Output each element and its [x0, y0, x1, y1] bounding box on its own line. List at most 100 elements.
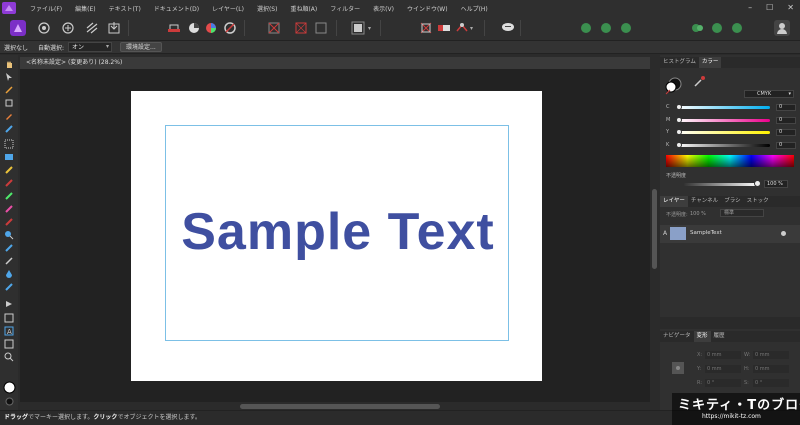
tab-stock[interactable]: ストック: [744, 196, 772, 207]
pen-tool-icon[interactable]: [4, 111, 14, 121]
auto-select-dropdown[interactable]: オン: [68, 42, 113, 52]
width-field[interactable]: 0 mm: [753, 351, 789, 359]
tab-layers[interactable]: レイヤー: [660, 196, 688, 207]
export-persona-icon[interactable]: [106, 20, 122, 36]
pencil-tool-icon[interactable]: [4, 124, 14, 134]
tab-color[interactable]: カラー: [698, 57, 722, 68]
magenta-value-field[interactable]: 0: [776, 117, 796, 124]
maximize-button[interactable]: ☐: [766, 3, 773, 12]
menu-text[interactable]: テキスト(T): [109, 4, 141, 13]
shear-field[interactable]: 0 °: [753, 379, 789, 387]
designer-persona-icon[interactable]: [36, 20, 52, 36]
menu-layer[interactable]: レイヤー(L): [212, 4, 244, 13]
chevron-down-icon[interactable]: ▾: [368, 25, 371, 32]
document-page[interactable]: Sample Text: [131, 91, 542, 381]
opacity-slider[interactable]: [684, 183, 758, 186]
swatches-icon[interactable]: [222, 20, 238, 36]
zoom-icon[interactable]: [4, 230, 14, 240]
tab-navigator[interactable]: ナビゲータ: [660, 331, 694, 342]
zoom-tool-icon[interactable]: [4, 352, 14, 362]
baseline-grid-icon[interactable]: [436, 20, 452, 36]
preview-icon[interactable]: [618, 20, 634, 36]
view-mode-icon[interactable]: [598, 20, 614, 36]
black-slider[interactable]: K 0: [666, 142, 796, 149]
slider-knob[interactable]: [676, 142, 682, 148]
slider-knob[interactable]: [676, 104, 682, 110]
horizontal-scroll-thumb[interactable]: [240, 404, 440, 409]
text-tool-icon[interactable]: A: [4, 326, 14, 336]
grid-icon[interactable]: [418, 20, 434, 36]
blend-mode-dropdown[interactable]: 標準: [720, 209, 764, 217]
cyan-value-field[interactable]: 0: [776, 104, 796, 111]
color-spectrum[interactable]: [666, 155, 794, 167]
affinity-publisher-logo-icon[interactable]: [2, 2, 16, 14]
cyan-slider[interactable]: C 0: [666, 104, 796, 111]
frame-text-tool-icon[interactable]: [4, 139, 14, 149]
text-wrap-icon[interactable]: [454, 20, 470, 36]
tab-brushes[interactable]: ブラシ: [721, 196, 743, 207]
account-icon[interactable]: [774, 20, 790, 36]
fill-tool-icon[interactable]: [4, 165, 14, 175]
height-field[interactable]: 0 mm: [753, 365, 789, 373]
chevron-down-icon[interactable]: ▾: [470, 25, 473, 32]
move-tool-icon[interactable]: [4, 72, 14, 82]
x-position-field[interactable]: 0 mm: [705, 351, 741, 359]
color-model-dropdown[interactable]: CMYK ▾: [744, 90, 794, 98]
pixel-persona-icon[interactable]: [84, 20, 100, 36]
yellow-value-field[interactable]: 0: [776, 129, 796, 136]
hand-icon[interactable]: [4, 59, 14, 69]
paint-brush-icon[interactable]: [4, 243, 14, 253]
mirror-icon[interactable]: [709, 20, 725, 36]
artistic-text-icon[interactable]: [4, 299, 14, 309]
speech-bubble-icon[interactable]: [500, 20, 516, 36]
eyedropper-icon[interactable]: [692, 75, 706, 89]
transparency-tool-icon[interactable]: [4, 191, 14, 201]
tab-histogram[interactable]: ヒストグラム: [660, 57, 699, 68]
vertical-scrollbar[interactable]: [651, 69, 658, 402]
slider-knob[interactable]: [676, 117, 682, 123]
magenta-slider[interactable]: M 0: [666, 117, 796, 124]
minimize-button[interactable]: –: [748, 3, 752, 12]
text-frame-icon[interactable]: [313, 20, 329, 36]
separated-mode-icon[interactable]: [729, 20, 745, 36]
rotation-field[interactable]: 0 °: [705, 379, 741, 387]
vector-brush-icon[interactable]: [4, 204, 14, 214]
text-frame[interactable]: Sample Text: [165, 125, 509, 341]
document-canvas[interactable]: Sample Text: [20, 69, 650, 402]
visibility-icon[interactable]: [781, 231, 786, 236]
layer-row[interactable]: A SampleText: [660, 225, 800, 243]
menu-arrange[interactable]: 重ね順(A): [290, 4, 317, 13]
menu-window[interactable]: ウインドウ(W): [407, 4, 448, 13]
fill-stroke-swatches[interactable]: [664, 75, 686, 95]
assistant-icon[interactable]: [689, 20, 705, 36]
yellow-slider[interactable]: Y 0: [666, 129, 796, 136]
document-tab[interactable]: <名称未設定> (変更あり) (28.2%): [20, 57, 650, 69]
tab-transform[interactable]: 変形: [693, 331, 711, 342]
pencil-icon[interactable]: [4, 217, 14, 227]
node-tool-icon[interactable]: [4, 85, 14, 95]
rectangle-tool-icon[interactable]: [4, 313, 14, 323]
snapping-icon[interactable]: [350, 20, 366, 36]
opacity-value-field[interactable]: 100 %: [764, 180, 788, 188]
layer-name[interactable]: SampleText: [690, 230, 722, 236]
layer-opacity-value[interactable]: 100 %: [690, 211, 706, 217]
preflight-icon[interactable]: [166, 20, 182, 36]
horizontal-scrollbar[interactable]: [20, 403, 650, 410]
picture-frame-icon[interactable]: [293, 20, 309, 36]
menu-help[interactable]: ヘルプ(H): [461, 4, 488, 13]
eraser-icon[interactable]: [4, 282, 14, 292]
resource-manager-icon[interactable]: [186, 20, 202, 36]
fill-color-swatch[interactable]: [3, 381, 16, 394]
publisher-persona-icon[interactable]: [10, 20, 26, 36]
eyedropper-icon[interactable]: [4, 256, 14, 266]
menu-select[interactable]: 選択(S): [257, 4, 278, 13]
toggle-panels-icon[interactable]: [578, 20, 594, 36]
menu-filter[interactable]: フィルター: [330, 4, 360, 13]
vertical-scroll-thumb[interactable]: [652, 189, 657, 269]
anchor-selector-icon[interactable]: [668, 358, 688, 378]
menu-document[interactable]: ドキュメント(D): [154, 4, 199, 13]
photo-persona-icon[interactable]: [60, 20, 76, 36]
y-position-field[interactable]: 0 mm: [705, 365, 741, 373]
place-image-icon[interactable]: [266, 20, 282, 36]
color-wheel-icon[interactable]: [203, 20, 219, 36]
